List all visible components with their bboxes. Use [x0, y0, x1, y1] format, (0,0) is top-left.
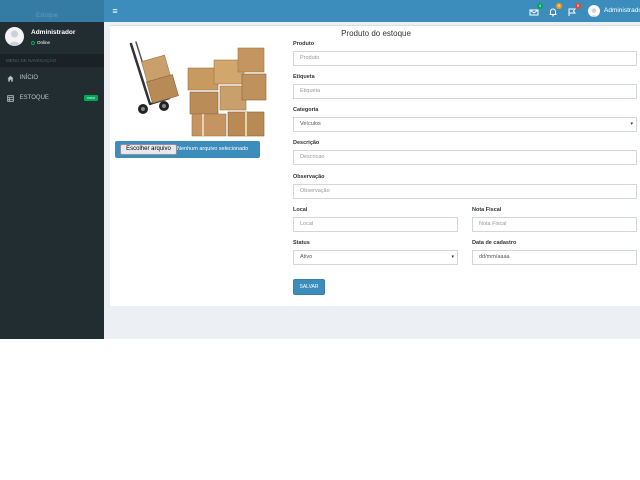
product-image: [129, 41, 267, 137]
sidebar-item-estoque[interactable]: ESTOQUE novo: [0, 90, 104, 106]
file-status-text: Nenhum arquivo selecionado: [177, 146, 249, 152]
status-text: Online: [37, 40, 51, 45]
categoria-label: Categoria: [293, 107, 319, 113]
nota-fiscal-label: Nota Fiscal: [472, 207, 502, 213]
chevron-down-icon: ▾: [630, 121, 633, 127]
status-label: Status: [293, 240, 310, 246]
sidebar-user-name: Administrador: [31, 29, 76, 36]
file-upload[interactable]: Escolher arquivo Nenhum arquivo selecion…: [115, 141, 260, 158]
status-select[interactable]: Ativo ▾: [293, 250, 458, 265]
status-selected: Ativo: [300, 254, 313, 260]
sidebar-item-label: ESTOQUE: [19, 95, 49, 101]
categoria-select[interactable]: Veículos ▾: [293, 117, 637, 132]
table-icon: [7, 94, 14, 102]
new-badge: novo: [84, 95, 98, 101]
save-button[interactable]: SALVAR: [293, 279, 325, 295]
flag-icon[interactable]: 9: [566, 3, 581, 17]
local-label: Local: [293, 207, 308, 213]
bell-icon[interactable]: 9: [547, 3, 562, 17]
box-icon: [191, 113, 227, 137]
box-icon: [237, 47, 265, 73]
home-icon: [7, 75, 14, 82]
produto-input[interactable]: Produto: [293, 51, 637, 66]
user-menu-name[interactable]: Administrador: [604, 7, 640, 15]
user-avatar[interactable]: [588, 5, 600, 17]
user-avatar-icon: [590, 8, 598, 17]
sidebar-item-label: INÍCIO: [19, 75, 39, 81]
wheel-hub-icon: [162, 104, 166, 108]
chevron-down-icon: ▾: [451, 254, 454, 260]
produto-label: Produto: [293, 41, 315, 47]
box-icon: [241, 73, 267, 101]
notifications-badge: 9: [556, 3, 562, 9]
top-navbar: ≡ 4 9 9 Administrador: [104, 0, 640, 22]
local-input[interactable]: Local: [293, 217, 458, 232]
choose-file-button[interactable]: Escolher arquivo: [120, 144, 177, 155]
nota-fiscal-input[interactable]: Nota Fiscal: [472, 217, 637, 232]
online-dot-icon: [31, 40, 35, 45]
observacao-label: Observação: [293, 174, 325, 180]
hamburger-icon[interactable]: ≡: [110, 6, 120, 16]
etiqueta-label: Etiqueta: [293, 74, 315, 80]
box-icon: [189, 91, 219, 115]
sidebar-section-header: MENU DE NAVEGAÇÃO: [0, 54, 104, 67]
user-avatar-icon: [7, 30, 22, 46]
etiqueta-input[interactable]: Etiqueta: [293, 84, 637, 99]
app-window: Estoque ≡ 4 9 9 Administrador Administra…: [0, 0, 640, 339]
messages-badge: 4: [537, 3, 543, 9]
data-cadastro-input[interactable]: dd/mm/aaaa: [472, 250, 637, 265]
tasks-badge: 9: [575, 3, 581, 9]
logo-text: Estoque: [36, 13, 59, 19]
wheel-hub-icon: [141, 107, 145, 111]
descricao-input[interactable]: Descricao: [293, 150, 637, 165]
data-cadastro-label: Data de cadastro: [472, 240, 517, 246]
box-icon: [187, 67, 219, 91]
logo[interactable]: Estoque: [0, 0, 104, 22]
form-title: Produto do estoque: [341, 29, 411, 38]
observacao-input[interactable]: Observação: [293, 184, 637, 199]
sidebar: Administrador Online MENU DE NAVEGAÇÃO I…: [0, 22, 104, 339]
envelope-icon[interactable]: 4: [528, 3, 543, 17]
categoria-selected: Veículos: [300, 121, 321, 127]
online-status: Online: [31, 40, 50, 46]
sidebar-avatar: [5, 27, 24, 46]
sidebar-item-inicio[interactable]: INÍCIO: [0, 70, 104, 86]
descricao-label: Descrição: [293, 140, 320, 146]
